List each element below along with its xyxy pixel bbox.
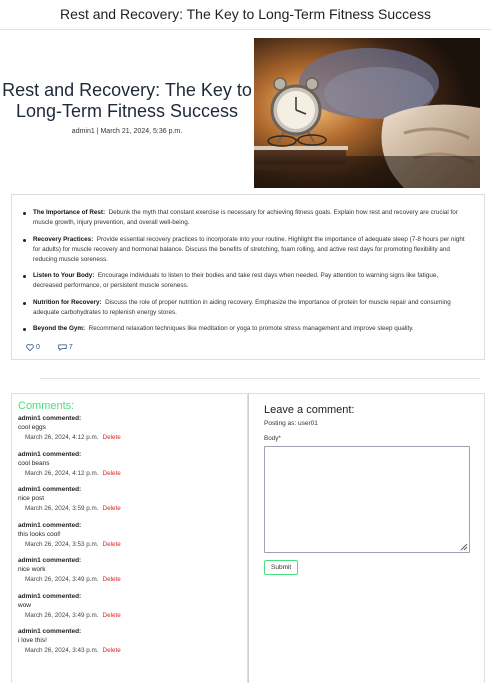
post-title: Rest and Recovery: The Key to Long-Term … xyxy=(2,80,252,121)
post-point: Nutrition for Recovery: Discuss the role… xyxy=(23,298,468,318)
body-textarea-wrap xyxy=(264,446,470,553)
comment-meta: March 26, 2024, 3:53 p.m. Delete xyxy=(18,540,247,550)
comment-author: admin1 commented: xyxy=(18,557,82,564)
post-content-card: The Importance of Rest: Debunk the myth … xyxy=(11,194,485,360)
clock-bedside-icon xyxy=(254,38,480,188)
post-point: The Importance of Rest: Debunk the myth … xyxy=(23,208,468,228)
comment-meta: March 26, 2024, 3:59 p.m. Delete xyxy=(18,504,247,514)
comments-link[interactable]: 7 xyxy=(58,344,73,351)
comment-item: admin1 commented: nice post March 26, 20… xyxy=(18,485,247,514)
comment-meta: March 26, 2024, 4:12 p.m. Delete xyxy=(18,433,247,443)
post-point: Beyond the Gym: Recommend relaxation tec… xyxy=(23,324,468,334)
comment-icon xyxy=(58,344,67,351)
heart-icon xyxy=(26,344,34,351)
comment-item: admin1 commented: nice work March 26, 20… xyxy=(18,556,247,585)
comment-date: March 26, 2024, 3:49 p.m. xyxy=(25,611,99,619)
comment-item: admin1 commented: wow March 26, 2024, 3:… xyxy=(18,592,247,621)
comment-item: admin1 commented: cool eggs March 26, 20… xyxy=(18,414,247,443)
form-title: Leave a comment: xyxy=(264,404,355,416)
comment-body: nice work xyxy=(18,566,46,573)
comment-body: cool eggs xyxy=(18,424,46,431)
delete-comment-button[interactable]: Delete xyxy=(103,505,121,512)
comment-item: admin1 commented: i love this! March 26,… xyxy=(18,627,247,656)
post-image xyxy=(254,38,480,188)
comment-body: this looks cool! xyxy=(18,530,61,538)
page-header-title: Rest and Recovery: The Key to Long-Term … xyxy=(60,6,431,22)
comment-count: 7 xyxy=(68,344,73,351)
comment-author: admin1 commented: xyxy=(18,486,82,493)
like-count: 0 xyxy=(36,344,40,351)
post-point: Listen to Your Body: Encourage individua… xyxy=(23,271,468,291)
comment-meta: March 26, 2024, 4:12 p.m. Delete xyxy=(18,469,247,479)
posting-as: Posting as: user01 xyxy=(264,420,318,427)
comment-body: wow xyxy=(18,601,32,609)
body-label: Body* xyxy=(264,435,281,442)
comment-body: cool beans xyxy=(18,459,50,467)
submit-button[interactable]: Submit xyxy=(264,560,299,575)
comment-author: admin1 commented: xyxy=(18,592,82,600)
comments-heading: Comments: xyxy=(18,400,75,412)
comment-date: March 26, 2024, 3:59 p.m. xyxy=(25,505,99,512)
comment-date: March 26, 2024, 3:43 p.m. xyxy=(25,647,99,654)
delete-comment-button[interactable]: Delete xyxy=(103,541,121,548)
delete-comment-button[interactable]: Delete xyxy=(103,576,121,583)
comment-author: admin1 commented: xyxy=(18,450,82,458)
delete-comment-button[interactable]: Delete xyxy=(103,470,121,477)
comment-author: admin1 commented: xyxy=(18,415,82,422)
body-textarea[interactable] xyxy=(264,446,470,553)
comment-author: admin1 commented: xyxy=(18,521,82,529)
post-points-list: The Importance of Rest: Debunk the myth … xyxy=(12,195,484,334)
post-hero: Rest and Recovery: The Key to Long-Term … xyxy=(0,30,491,190)
resize-handle-icon[interactable] xyxy=(460,543,468,551)
comment-meta: March 26, 2024, 3:49 p.m. Delete xyxy=(18,611,247,621)
comments-section: Comments: admin1 commented: cool eggs Ma… xyxy=(11,393,248,683)
post-point: Recovery Practices: Provide essential re… xyxy=(23,235,468,265)
comment-meta: March 26, 2024, 3:49 p.m. Delete xyxy=(18,575,247,585)
comment-date: March 26, 2024, 4:12 p.m. xyxy=(25,469,99,477)
comment-date: March 26, 2024, 3:53 p.m. xyxy=(25,540,99,548)
comment-item: admin1 commented: cool beans March 26, 2… xyxy=(18,450,247,479)
top-bar: Rest and Recovery: The Key to Long-Term … xyxy=(0,0,491,30)
post-actions: 0 7 xyxy=(26,344,73,351)
comment-meta: March 26, 2024, 3:43 p.m. Delete xyxy=(18,646,247,656)
section-divider xyxy=(40,378,480,379)
comment-date: March 26, 2024, 3:49 p.m. xyxy=(25,576,99,583)
comment-form: Leave a comment: Posting as: user01 Body… xyxy=(248,393,485,683)
delete-comment-button[interactable]: Delete xyxy=(103,612,121,619)
delete-comment-button[interactable]: Delete xyxy=(103,434,121,441)
delete-comment-button[interactable]: Delete xyxy=(103,647,121,654)
comment-body: i love this! xyxy=(18,637,47,644)
comment-date: March 26, 2024, 4:12 p.m. xyxy=(25,434,99,441)
like-button[interactable]: 0 xyxy=(26,344,40,351)
hero-text: Rest and Recovery: The Key to Long-Term … xyxy=(0,80,254,135)
post-meta: admin1 | March 21, 2024, 5:36 p.m. xyxy=(71,128,183,135)
comment-item: admin1 commented: this looks cool! March… xyxy=(18,521,247,550)
comment-body: nice post xyxy=(18,495,45,502)
comment-author: admin1 commented: xyxy=(18,628,82,635)
